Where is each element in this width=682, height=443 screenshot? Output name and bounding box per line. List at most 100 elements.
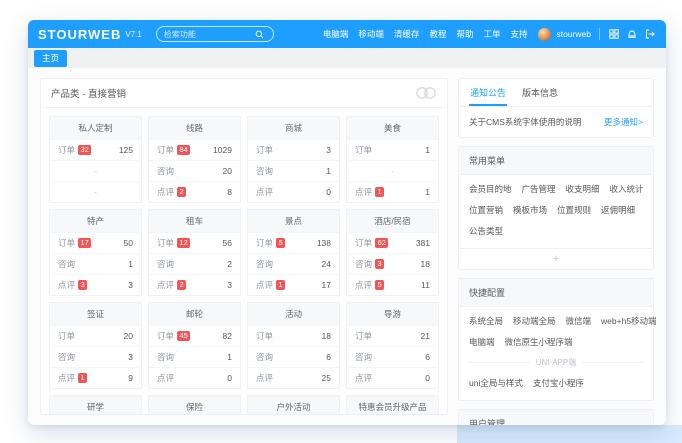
product-card-row: 订单32125 [50, 139, 141, 160]
product-card-title: 研学 [50, 396, 141, 415]
product-card-title: 酒店/民宿 [347, 210, 438, 232]
product-card-row: 咨询1 [149, 346, 240, 367]
products-panel-title: 产品类 - 直接营销 [51, 86, 126, 100]
product-card: 商城订单3咨询1点评0 [247, 116, 340, 203]
common-menu-link[interactable]: 模板市场 [513, 204, 547, 216]
common-menu-link[interactable]: 会员目的地 [469, 183, 512, 195]
notice-item-row: 关于CMS系统字体使用的说明 更多通知> [459, 107, 653, 137]
quick-config-link[interactable]: 微信端 [566, 315, 592, 327]
top-nav-link[interactable]: 移动端 [358, 28, 384, 40]
top-nav-link[interactable]: 支持 [510, 28, 527, 40]
common-menu-link[interactable]: 位置规则 [557, 204, 591, 216]
product-card-row: 订单841029 [149, 139, 240, 160]
top-nav-link[interactable]: 清缓存 [394, 28, 420, 40]
quick-config-link[interactable]: 电脑端 [469, 336, 495, 348]
metric-value: 18 [421, 259, 430, 269]
add-menu-button[interactable]: + [459, 248, 653, 269]
metric-value: 0 [425, 373, 430, 383]
logo: STOURWEB [38, 27, 121, 42]
metric-label: 咨询 [355, 351, 372, 363]
common-menu-link[interactable]: 公告类型 [469, 225, 503, 237]
tab-home[interactable]: 主页 [34, 50, 67, 67]
tab-version-info[interactable]: 版本信息 [521, 79, 559, 106]
search-icon[interactable] [254, 28, 266, 40]
top-nav-link[interactable]: 工单 [483, 28, 500, 40]
count-badge: 1 [375, 187, 384, 197]
common-menu-link[interactable]: 返佣明细 [601, 204, 635, 216]
product-card-row: 点评25 [248, 367, 339, 388]
rings-icon [415, 86, 437, 100]
metric-label: 订单5 [256, 237, 285, 249]
product-card-title: 签证 [50, 303, 141, 325]
metric-label: 订单12 [157, 237, 190, 249]
service-bell-icon[interactable] [626, 28, 638, 40]
metric-value: 0 [227, 373, 232, 383]
empty-dash: - [58, 187, 133, 197]
common-menu-row: 会员目的地广告管理收支明细收入统计 [469, 183, 643, 195]
metric-value: 20 [124, 331, 133, 341]
product-card-row: 咨询1 [248, 160, 339, 181]
metric-value: 1 [227, 352, 232, 362]
common-menu-link[interactable]: 收支明细 [566, 183, 600, 195]
product-card-row: 点评0 [347, 367, 438, 388]
metric-value: 50 [124, 238, 133, 248]
quick-config-uniapp-link[interactable]: uni全局与样式 [469, 377, 523, 389]
common-menu-link[interactable]: 广告管理 [522, 183, 556, 195]
search-input[interactable] [164, 30, 250, 39]
product-grid: 私人定制订单32125--线路订单841029咨询20点评28商城订单3咨询1点… [41, 108, 447, 415]
quick-config-link[interactable]: 微信原生小程序端 [505, 336, 573, 348]
product-card-row: 点评23 [149, 274, 240, 295]
product-card-title: 私人定制 [50, 117, 141, 139]
common-menu-link[interactable]: 位置营销 [469, 204, 503, 216]
top-nav-link[interactable]: 帮助 [456, 28, 473, 40]
metric-value: 3 [227, 280, 232, 290]
logout-icon[interactable] [644, 28, 656, 40]
top-nav-link[interactable]: 电脑端 [323, 28, 349, 40]
product-card-row: 点评511 [347, 274, 438, 295]
user-management-panel: 用户管理 会员管理管理员管理供应商管理分销商管理OTA分销 [458, 409, 654, 425]
main-area: 产品类 - 直接营销 私人定制订单32125--线路订单841029咨询20点评… [28, 68, 666, 425]
metric-label: 点评 [256, 186, 273, 198]
uniapp-divider-label: UNI-APP端 [536, 357, 576, 368]
quick-config-link[interactable]: 系统全局 [469, 315, 503, 327]
quick-config-row: 电脑端微信原生小程序端 [469, 336, 643, 348]
quick-config-link[interactable]: 移动端全局 [513, 315, 556, 327]
metric-label: 咨询 [256, 165, 273, 177]
metric-value: 24 [322, 259, 331, 269]
search-box[interactable] [156, 26, 274, 42]
metric-label: 点评1 [256, 279, 285, 291]
product-card-row: 咨询2 [149, 253, 240, 274]
product-card-row: 点评33 [50, 274, 141, 295]
app-window: STOURWEB V7.1 电脑端移动端清缓存教程帮助工单支持 stourweb [28, 20, 666, 425]
tab-notice-announcements[interactable]: 通知公告 [469, 79, 507, 106]
product-card-row: 订单18 [248, 325, 339, 346]
metric-value: 6 [326, 352, 331, 362]
product-card-row: 点评19 [50, 367, 141, 388]
quick-config-link[interactable]: web+h5移动端 [601, 315, 657, 327]
product-card-title: 户外活动 [248, 396, 339, 415]
apps-grid-icon[interactable] [608, 28, 620, 40]
count-badge: 84 [177, 145, 190, 155]
count-badge: 2 [177, 280, 186, 290]
product-card: 特惠会员升级产品订单咨询点评 [346, 395, 439, 415]
count-badge: 5 [375, 280, 384, 290]
count-badge: 32 [78, 145, 91, 155]
product-card-title: 保险 [149, 396, 240, 415]
username[interactable]: stourweb [557, 29, 592, 39]
notice-item[interactable]: 关于CMS系统字体使用的说明 [469, 116, 581, 128]
avatar[interactable] [538, 28, 551, 41]
metric-value: 3 [128, 280, 133, 290]
metric-label: 订单 [355, 330, 372, 342]
quick-config-uniapp-link[interactable]: 支付宝小程序 [533, 377, 584, 389]
user-management-title: 用户管理 [459, 410, 653, 425]
count-badge: 3 [78, 280, 87, 290]
product-card-row: 咨询20 [149, 160, 240, 181]
top-nav-link[interactable]: 教程 [429, 28, 446, 40]
more-notices-link[interactable]: 更多通知> [604, 116, 643, 128]
top-header: STOURWEB V7.1 电脑端移动端清缓存教程帮助工单支持 stourweb [28, 20, 666, 48]
common-menu-link[interactable]: 收入统计 [610, 183, 644, 195]
product-card-row: 订单20 [50, 325, 141, 346]
product-card-title: 导游 [347, 303, 438, 325]
product-card: 户外活动订单18143咨询14点评 [247, 395, 340, 415]
product-card-row: 咨询6 [248, 346, 339, 367]
